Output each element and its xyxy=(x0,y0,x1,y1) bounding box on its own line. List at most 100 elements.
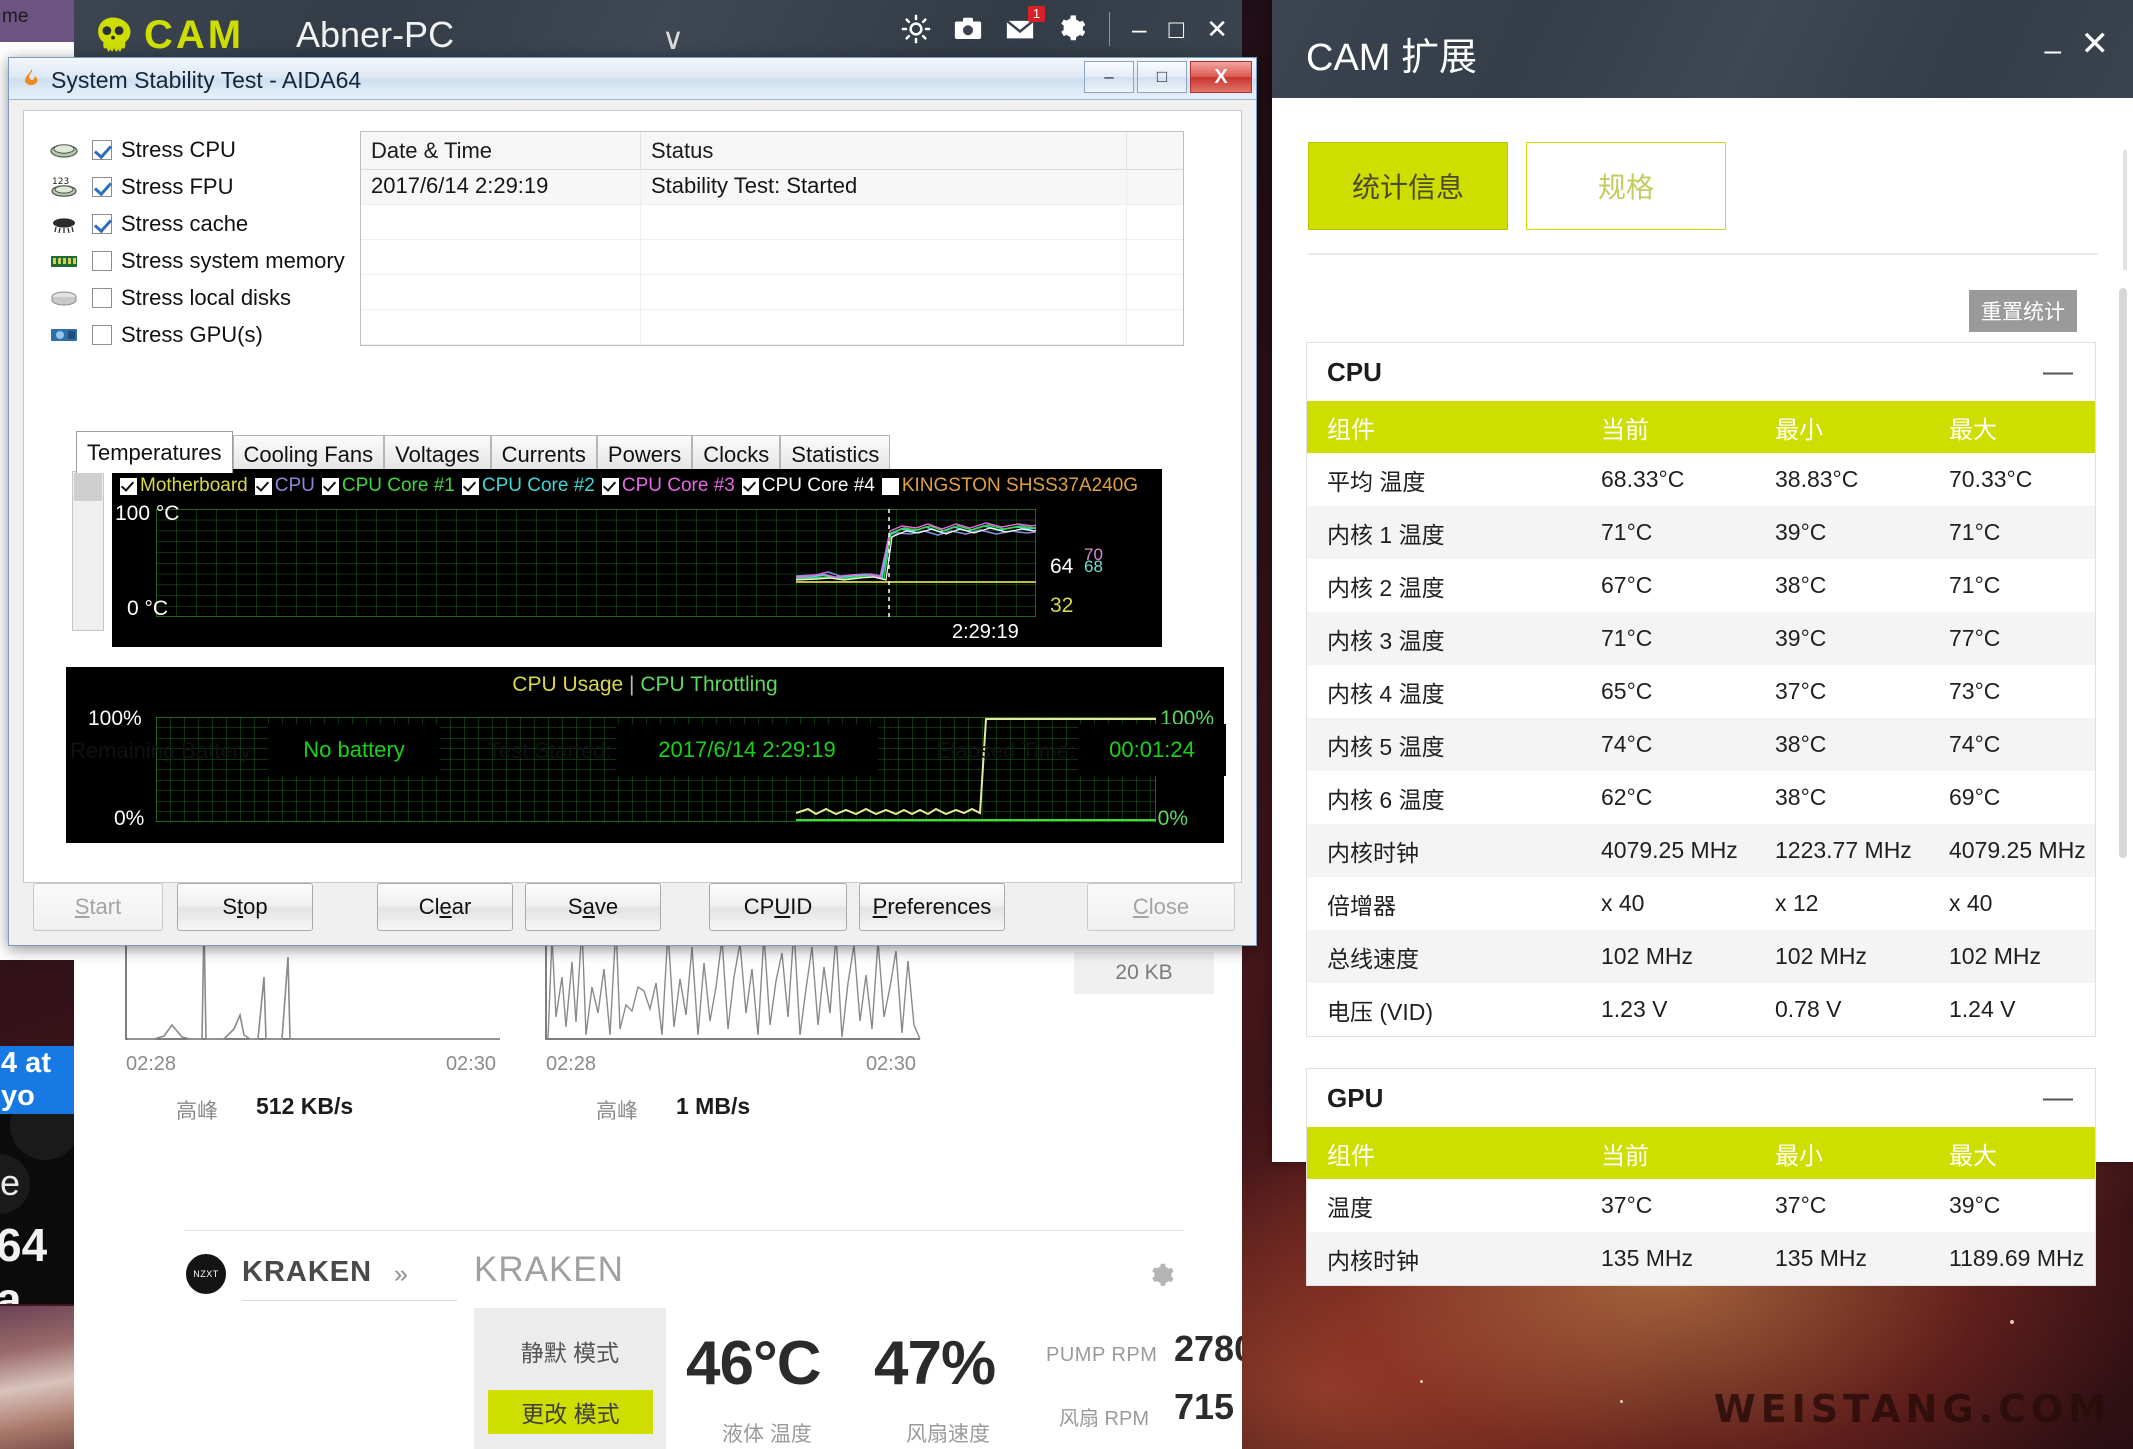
stress-cache-checkbox[interactable] xyxy=(92,213,112,234)
legend-checkbox[interactable] xyxy=(741,477,759,495)
mail-badge: 1 xyxy=(1028,6,1046,22)
kraken-fan-rpm-value: 715 xyxy=(1174,1386,1235,1427)
legend-item-cpu[interactable]: CPU xyxy=(254,475,315,497)
legend-checkbox[interactable] xyxy=(321,477,339,495)
table-row: 内核时钟 4079.25 MHz 1223.77 MHz 4079.25 MHz xyxy=(1307,824,2095,877)
stress-option-row[interactable]: Stress system memory xyxy=(48,242,348,279)
save-button[interactable]: Sa ve xyxy=(525,883,661,931)
browser-tab-label[interactable]: me xyxy=(2,6,28,28)
camera-icon[interactable] xyxy=(953,14,983,44)
stress-option-row[interactable]: Stress local disks xyxy=(48,279,348,316)
legend-item-core4[interactable]: CPU Core #4 xyxy=(741,475,875,497)
close-button[interactable]: Close xyxy=(1087,883,1235,931)
cpu-card-collapse-icon[interactable]: — xyxy=(2043,355,2073,389)
tab-powers[interactable]: Powers xyxy=(596,435,693,473)
legend-checkbox[interactable] xyxy=(120,477,137,495)
cell-max: 4079.25 MHz xyxy=(1949,837,2086,863)
cpu-chip-icon xyxy=(48,138,80,162)
cell-min: 39°C xyxy=(1775,519,1827,545)
tab-specifications[interactable]: 规格 xyxy=(1526,142,1726,230)
aida64-close-button[interactable]: X xyxy=(1190,61,1252,93)
cam-close-button[interactable]: ✕ xyxy=(1206,14,1228,45)
legend-checkbox[interactable] xyxy=(881,477,899,495)
stress-fpu-checkbox[interactable] xyxy=(92,176,112,197)
cell-min: 1223.77 MHz xyxy=(1775,837,1912,863)
kraken-sidebar-entry[interactable]: NZXT KRAKEN » xyxy=(186,1250,466,1310)
cell-current: 74°C xyxy=(1601,731,1653,757)
gpu-stats-card: GPU — 组件 当前 最小 最大 温度 37°C 37°C 39°C 内核时钟… xyxy=(1306,1068,2096,1286)
background-black-panel: e 64 a xyxy=(0,1114,74,1304)
legend-checkbox[interactable] xyxy=(461,477,479,495)
legend-item-core2[interactable]: CPU Core #2 xyxy=(461,475,595,497)
cam-maximize-button[interactable]: □ xyxy=(1168,14,1184,45)
tab-currents[interactable]: Currents xyxy=(490,435,597,473)
cpuid-button[interactable]: CP U ID xyxy=(709,883,847,931)
cam-extension-title: CAM 扩展 xyxy=(1306,37,1478,79)
cam-minimize-button[interactable]: – xyxy=(1132,14,1146,45)
cam-extension-scrollbar[interactable] xyxy=(2119,288,2127,858)
cam-extension-minimize-button[interactable]: – xyxy=(2044,34,2061,68)
double-chevron-right-icon[interactable]: » xyxy=(394,1260,408,1289)
log-cell-datetime: 2017/6/14 2:29:19 xyxy=(361,170,641,204)
tab-statistics[interactable]: Statistics xyxy=(780,435,891,473)
cell-max: 71°C xyxy=(1949,519,2001,545)
tab-statistics-info[interactable]: 统计信息 xyxy=(1308,142,1508,230)
tab-clocks[interactable]: Clocks xyxy=(692,435,781,473)
cam-extension-divider xyxy=(1308,253,2098,255)
download-peak-value: 512 KB/s xyxy=(256,1093,354,1119)
clear-button[interactable]: Cl e ar xyxy=(377,883,513,931)
cell-current: 65°C xyxy=(1601,678,1653,704)
log-header-datetime[interactable]: Date & Time xyxy=(361,132,641,169)
cam-extension-close-button[interactable]: ✕ xyxy=(2081,24,2110,64)
cell-max: x 40 xyxy=(1949,890,1993,916)
cam-pc-name[interactable]: Abner-PC xyxy=(296,14,454,56)
gpu-card-collapse-icon[interactable]: — xyxy=(2043,1081,2073,1115)
legend-item-core3[interactable]: CPU Core #3 xyxy=(601,475,735,497)
stress-option-row[interactable]: Stress cache xyxy=(48,205,348,242)
tab-temperatures[interactable]: Temperatures xyxy=(76,431,233,473)
reset-statistics-button[interactable]: 重置统计 xyxy=(1969,290,2077,332)
mail-icon[interactable]: 1 xyxy=(1005,6,1046,44)
brightness-icon[interactable] xyxy=(901,14,931,44)
start-button[interactable]: Start xyxy=(33,883,163,931)
cpu-stats-card: CPU — 组件 当前 最小 最大 平均 温度 68.33°C 38.83°C … xyxy=(1306,342,2096,1037)
stress-option-row[interactable]: Stress GPU(s) xyxy=(48,316,348,353)
table-row: 平均 温度 68.33°C 38.83°C 70.33°C xyxy=(1307,453,2095,506)
sensor-list-scrollbar[interactable] xyxy=(72,471,104,631)
stress-disks-checkbox[interactable] xyxy=(92,287,112,308)
preferences-button[interactable]: Preferences xyxy=(859,883,1005,931)
stress-memory-checkbox[interactable] xyxy=(92,250,112,271)
kraken-settings-gear-icon[interactable] xyxy=(1146,1260,1176,1290)
table-row-empty xyxy=(361,205,1183,240)
stress-cpu-checkbox[interactable] xyxy=(92,139,112,160)
legend-label: CPU Core #1 xyxy=(341,475,455,496)
kraken-mode-silent[interactable]: 静默 模式 xyxy=(474,1328,666,1374)
log-header-status[interactable]: Status xyxy=(641,132,1127,169)
legend-checkbox[interactable] xyxy=(254,477,272,495)
legend-item-kingston-ssd[interactable]: KINGSTON SHSS37A240G xyxy=(881,475,1138,497)
table-row[interactable]: 2017/6/14 2:29:19 Stability Test: Starte… xyxy=(361,170,1183,205)
stop-button[interactable]: St op xyxy=(177,883,313,931)
cache-chip-icon xyxy=(48,212,80,236)
kraken-liquid-temp-label: 液体 温度 xyxy=(722,1423,812,1446)
cam-extension-scroll-track-top[interactable] xyxy=(2123,150,2127,270)
legend-checkbox[interactable] xyxy=(601,477,619,495)
chevron-down-icon[interactable]: ∨ xyxy=(662,22,684,57)
aida64-minimize-button[interactable]: – xyxy=(1084,61,1134,93)
kraken-mode-change-button[interactable]: 更改 模式 xyxy=(488,1390,653,1434)
cpu-card-title: CPU xyxy=(1327,357,1382,387)
stress-option-row[interactable]: 123 Stress FPU xyxy=(48,168,348,205)
legend-item-motherboard[interactable]: Motherboard xyxy=(120,475,248,497)
aida64-titlebar[interactable]: System Stability Test - AIDA64 – □ X xyxy=(9,58,1256,100)
tab-cooling-fans[interactable]: Cooling Fans xyxy=(232,435,385,473)
legend-item-core1[interactable]: CPU Core #1 xyxy=(321,475,455,497)
stress-option-row[interactable]: Stress CPU xyxy=(48,131,348,168)
tab-voltages[interactable]: Voltages xyxy=(384,435,491,473)
aida64-maximize-button[interactable]: □ xyxy=(1137,61,1187,93)
log-header-extra[interactable] xyxy=(1127,132,1183,169)
scrollbar-thumb[interactable] xyxy=(74,473,102,501)
cam-extension-titlebar[interactable]: CAM 扩展 – ✕ xyxy=(1272,0,2133,98)
cell-component: 平均 温度 xyxy=(1327,468,1426,495)
gear-icon[interactable] xyxy=(1057,14,1087,44)
stress-gpu-checkbox[interactable] xyxy=(92,324,112,345)
